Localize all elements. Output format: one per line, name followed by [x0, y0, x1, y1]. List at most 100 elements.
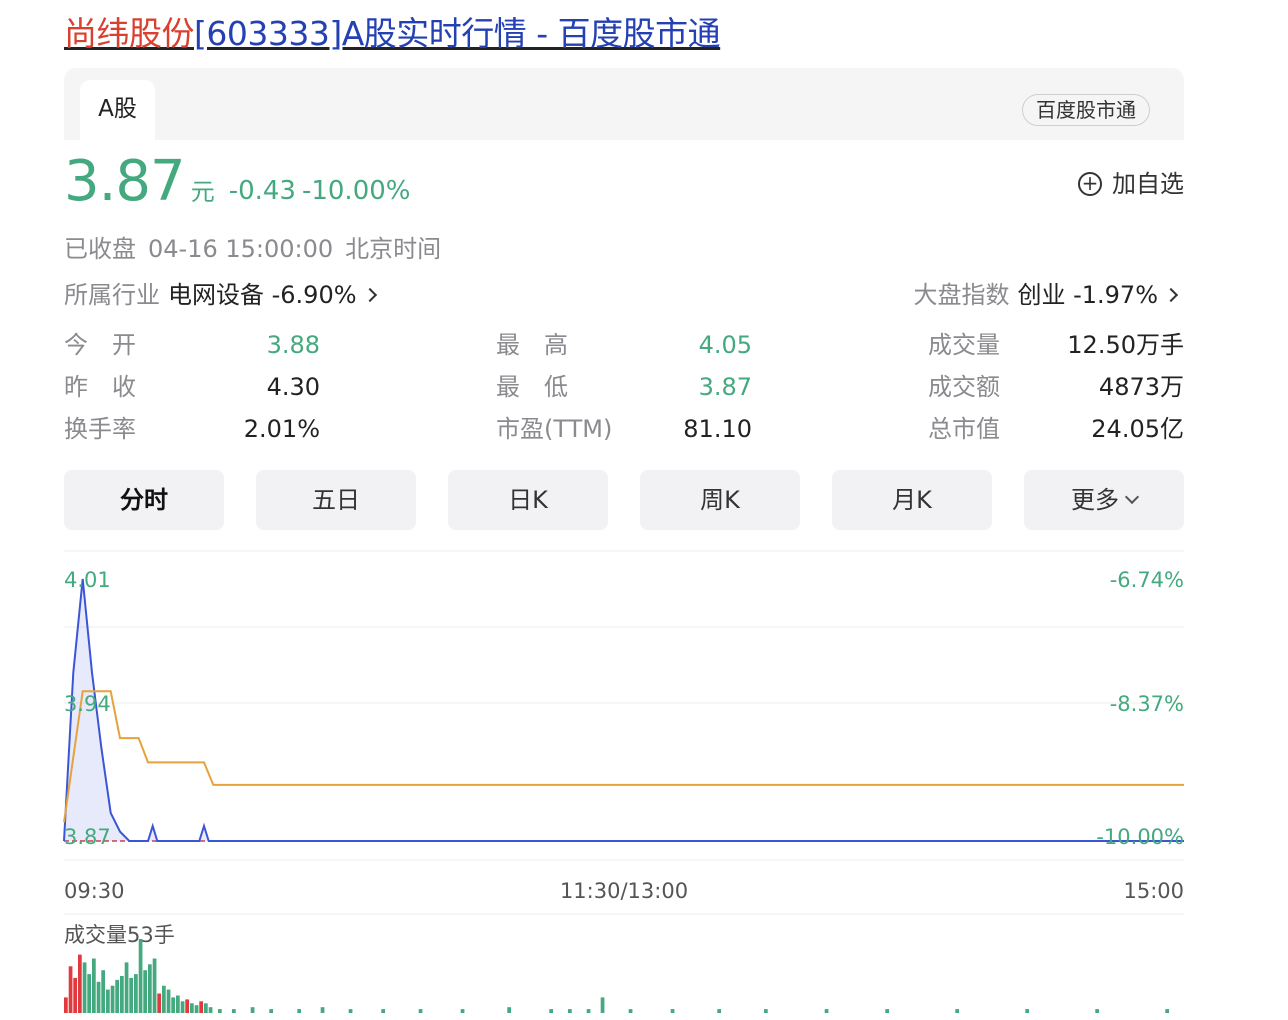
- volume-bar: [194, 1005, 199, 1013]
- stat-value: 3.88: [266, 331, 320, 359]
- stats-grid: 今 开 3.88 昨 收 4.30 换手率 2.01% 最 高 4.05 最 低 3.87…: [64, 326, 1184, 452]
- volume-bar: [115, 979, 120, 1013]
- volume-bar: [190, 1003, 194, 1013]
- market-index-link[interactable]: 大盘指数 创业 -1.97%: [913, 278, 1179, 312]
- volume-bar: [250, 1007, 255, 1013]
- volume-bar: [176, 995, 180, 1013]
- stat-prev-close: 昨 收 4.30: [64, 368, 320, 410]
- plus-circle-icon: +: [1078, 172, 1102, 196]
- tab-more[interactable]: 更多: [1024, 470, 1184, 530]
- volume-bar: [78, 954, 82, 1013]
- tab-more-label: 更多: [1071, 486, 1119, 514]
- stat-label: 换手率: [64, 415, 136, 443]
- intraday-chart[interactable]: 4.01 3.94 3.87 -6.74% -8.37% -10.00% 09:30 11:3…: [63, 550, 1184, 1020]
- stat-turnover: 换手率 2.01%: [64, 410, 320, 452]
- volume-label: 成交量53手: [64, 923, 175, 947]
- tab-intraday[interactable]: 分时: [64, 470, 224, 530]
- stat-market-cap: 总市值 24.05亿: [928, 410, 1184, 452]
- stat-value: 4.30: [266, 373, 320, 401]
- chevron-right-icon: [362, 287, 377, 303]
- market-index-value: 创业 -1.97%: [1017, 281, 1158, 309]
- y-axis-pct-label: -8.37%: [1110, 692, 1184, 716]
- quote-timezone: 北京时间: [345, 235, 442, 263]
- stat-label: 市盈(TTM): [496, 415, 613, 443]
- stat-value: 4873万: [1098, 373, 1184, 401]
- volume-bar: [73, 977, 78, 1013]
- brand-badge[interactable]: 百度股市通: [1022, 94, 1150, 126]
- chevron-right-icon: [1163, 287, 1179, 303]
- tab-weekly-k[interactable]: 周K: [640, 470, 800, 530]
- volume-bar: [218, 1009, 222, 1013]
- volume-bar: [586, 1009, 591, 1013]
- stat-value: 81.10: [683, 415, 752, 443]
- volume-bar: [199, 1001, 204, 1013]
- stat-label: 成交量: [928, 331, 1000, 359]
- volume-bar: [381, 1009, 386, 1013]
- volume-bar: [134, 974, 138, 1013]
- stats-column: 最 高 4.05 最 低 3.87 市盈(TTM) 81.10: [496, 326, 752, 452]
- add-to-watchlist-button[interactable]: + 加自选: [1078, 168, 1184, 200]
- stat-label: 最 低: [496, 373, 568, 401]
- volume-bar: [460, 1009, 465, 1013]
- stat-label: 总市值: [928, 415, 1000, 443]
- volume-bar: [824, 1009, 829, 1013]
- volume-bar: [110, 985, 115, 1013]
- price-line: [63, 578, 1184, 842]
- stat-high: 最 高 4.05: [496, 326, 752, 368]
- price-unit: 元: [190, 178, 215, 206]
- watchlist-label: 加自选: [1112, 170, 1184, 198]
- average-price-line: [63, 690, 1184, 823]
- volume-bar: [320, 1007, 325, 1013]
- stat-volume: 成交量 12.50万手: [928, 326, 1184, 368]
- price-change-pct: -10.00%: [301, 176, 411, 206]
- volume-bar: [549, 1009, 554, 1013]
- price-change: -0.43: [228, 176, 296, 206]
- volume-bar: [628, 1009, 633, 1013]
- stat-label: 昨 收: [64, 373, 136, 401]
- volume-bar: [152, 958, 157, 1013]
- volume-bar: [269, 1009, 274, 1013]
- volume-bar: [348, 1009, 353, 1013]
- page-title-rest[interactable]: [603333]A股实时行情 - 百度股市通: [194, 14, 721, 53]
- volume-bar: [232, 1009, 236, 1013]
- volume-bar: [600, 997, 605, 1013]
- volume-bar: [670, 1009, 675, 1013]
- quote-summary: 3.87 元 -0.43 -10.00%: [64, 150, 411, 214]
- y-axis-price-label: 3.87: [64, 825, 111, 849]
- volume-bar: [143, 970, 148, 1013]
- stat-value: 4.05: [698, 331, 752, 359]
- stats-column: 成交量 12.50万手 成交额 4873万 总市值 24.05亿: [928, 326, 1184, 452]
- market-tab-bar: A股 百度股市通: [64, 68, 1184, 140]
- stat-open: 今 开 3.88: [64, 326, 320, 368]
- volume-bar: [166, 989, 171, 1013]
- intraday-chart-svg: 4.01 3.94 3.87 -6.74% -8.37% -10.00% 09:30 11:3…: [63, 550, 1184, 1013]
- stock-name[interactable]: 尚纬股份: [64, 14, 195, 53]
- volume-bar: [82, 962, 87, 1013]
- market-status: 已收盘 04-16 15:00:00 北京时间: [64, 232, 453, 266]
- stat-value: 12.50万手: [1067, 331, 1184, 359]
- volume-bar: [208, 1007, 213, 1013]
- volume-bar: [92, 958, 96, 1013]
- industry-link[interactable]: 所属行业 电网设备 -6.90%: [64, 278, 377, 312]
- tab-monthly-k[interactable]: 月K: [832, 470, 992, 530]
- volume-bar: [138, 939, 143, 1013]
- stat-pe-ttm: 市盈(TTM) 81.10: [496, 410, 752, 452]
- volume-bar: [568, 1009, 572, 1013]
- volume-bar: [124, 962, 129, 1013]
- tab-daily-k[interactable]: 日K: [448, 470, 608, 530]
- stat-low: 最 低 3.87: [496, 368, 752, 410]
- stat-amount: 成交额 4873万: [928, 368, 1184, 410]
- page-title-link[interactable]: 尚纬股份[603333]A股实时行情 - 百度股市通: [64, 12, 721, 56]
- volume-bar: [171, 997, 176, 1013]
- y-axis-price-label: 3.94: [64, 692, 111, 716]
- volume-bar: [1095, 1009, 1100, 1013]
- volume-bar: [204, 1003, 208, 1013]
- volume-bar: [885, 1009, 890, 1013]
- tab-five-day[interactable]: 五日: [256, 470, 416, 530]
- tab-a-share[interactable]: A股: [80, 80, 155, 140]
- x-axis-time-label: 11:30/13:00: [560, 879, 688, 903]
- volume-bar: [1165, 1009, 1170, 1013]
- volume-bar: [120, 976, 124, 1013]
- volume-bar: [185, 999, 190, 1013]
- volume-bar: [129, 977, 134, 1013]
